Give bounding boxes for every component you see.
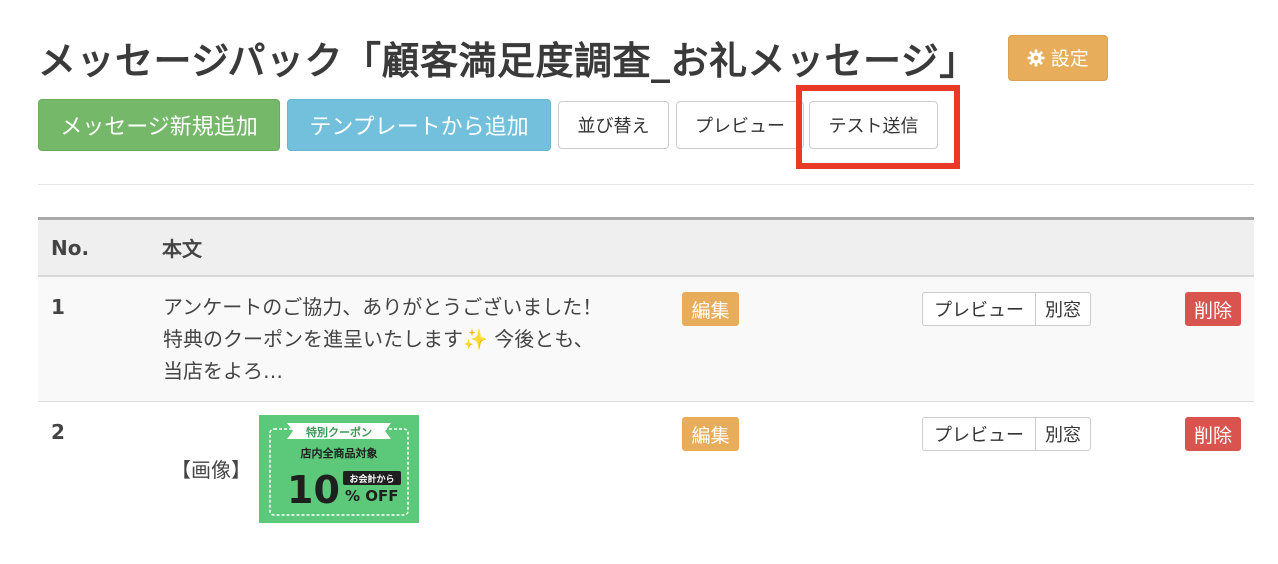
edit-button[interactable]: 編集 bbox=[682, 417, 739, 451]
open-new-window-button[interactable]: 別窓 bbox=[1036, 292, 1091, 326]
sparkles-icon: ✨ bbox=[463, 327, 488, 351]
settings-button[interactable]: 設定 bbox=[1007, 34, 1108, 81]
page-title: メッセージパック「顧客満足度調査_お礼メッセージ」 bbox=[38, 39, 978, 83]
title-row: メッセージパック「顧客満足度調査_お礼メッセージ」 設定 bbox=[38, 30, 1108, 85]
preview-button[interactable]: プレビュー bbox=[676, 101, 804, 149]
column-header-body: 本文 bbox=[162, 237, 202, 261]
add-message-button[interactable]: メッセージ新規追加 bbox=[38, 99, 280, 151]
gear-icon bbox=[1027, 48, 1045, 67]
preview-button-group: プレビュー 別窓 bbox=[922, 417, 1091, 451]
highlight-box bbox=[796, 85, 960, 169]
edit-button[interactable]: 編集 bbox=[682, 292, 739, 326]
message-text: アンケートのご協力、ありがとうございました！ 特典のクーポンを進呈いたします✨ … bbox=[163, 291, 673, 387]
delete-button[interactable]: 削除 bbox=[1185, 292, 1241, 326]
message-fragment: 今後とも、 bbox=[487, 327, 594, 351]
message-line: 特典のクーポンを進呈いたします✨ 今後とも、 bbox=[163, 323, 673, 355]
row-number: 1 bbox=[51, 295, 65, 319]
table-row: 2 【画像】 特別クーポン 店内全商品対象 10 お会計から % OFF 編集 … bbox=[38, 402, 1254, 532]
preview-button-group: プレビュー 別窓 bbox=[922, 292, 1091, 326]
coupon-number: 10 bbox=[287, 468, 340, 512]
coupon-subtitle: 店内全商品対象 bbox=[301, 446, 378, 460]
message-line: 当店をよろ… bbox=[163, 359, 283, 383]
delete-button[interactable]: 削除 bbox=[1185, 417, 1241, 451]
coupon-tag: お会計から bbox=[349, 473, 394, 485]
open-new-window-button[interactable]: 別窓 bbox=[1036, 417, 1091, 451]
coupon-percent-off: % OFF bbox=[345, 487, 399, 505]
row-preview-button[interactable]: プレビュー bbox=[922, 292, 1036, 326]
message-fragment: 特典のクーポンを進呈いたします bbox=[163, 327, 463, 351]
message-table: No. 本文 1 アンケートのご協力、ありがとうございました！ 特典のクーポンを… bbox=[38, 217, 1254, 532]
column-header-no: No. bbox=[51, 235, 90, 260]
table-row: 1 アンケートのご協力、ありがとうございました！ 特典のクーポンを進呈いたします… bbox=[38, 277, 1254, 402]
message-line: アンケートのご協力、ありがとうございました！ bbox=[163, 295, 603, 319]
table-header: No. 本文 bbox=[38, 217, 1254, 277]
coupon-ribbon-text: 特別クーポン bbox=[306, 425, 372, 439]
image-label: 【画像】 bbox=[171, 458, 251, 482]
settings-label: 設定 bbox=[1050, 48, 1089, 70]
row-preview-button[interactable]: プレビュー bbox=[922, 417, 1036, 451]
add-from-template-button[interactable]: テンプレートから追加 bbox=[287, 99, 551, 151]
sort-button[interactable]: 並び替え bbox=[558, 101, 669, 149]
divider bbox=[38, 184, 1254, 185]
row-number: 2 bbox=[51, 420, 65, 444]
coupon-image: 特別クーポン 店内全商品対象 10 お会計から % OFF bbox=[259, 415, 419, 523]
